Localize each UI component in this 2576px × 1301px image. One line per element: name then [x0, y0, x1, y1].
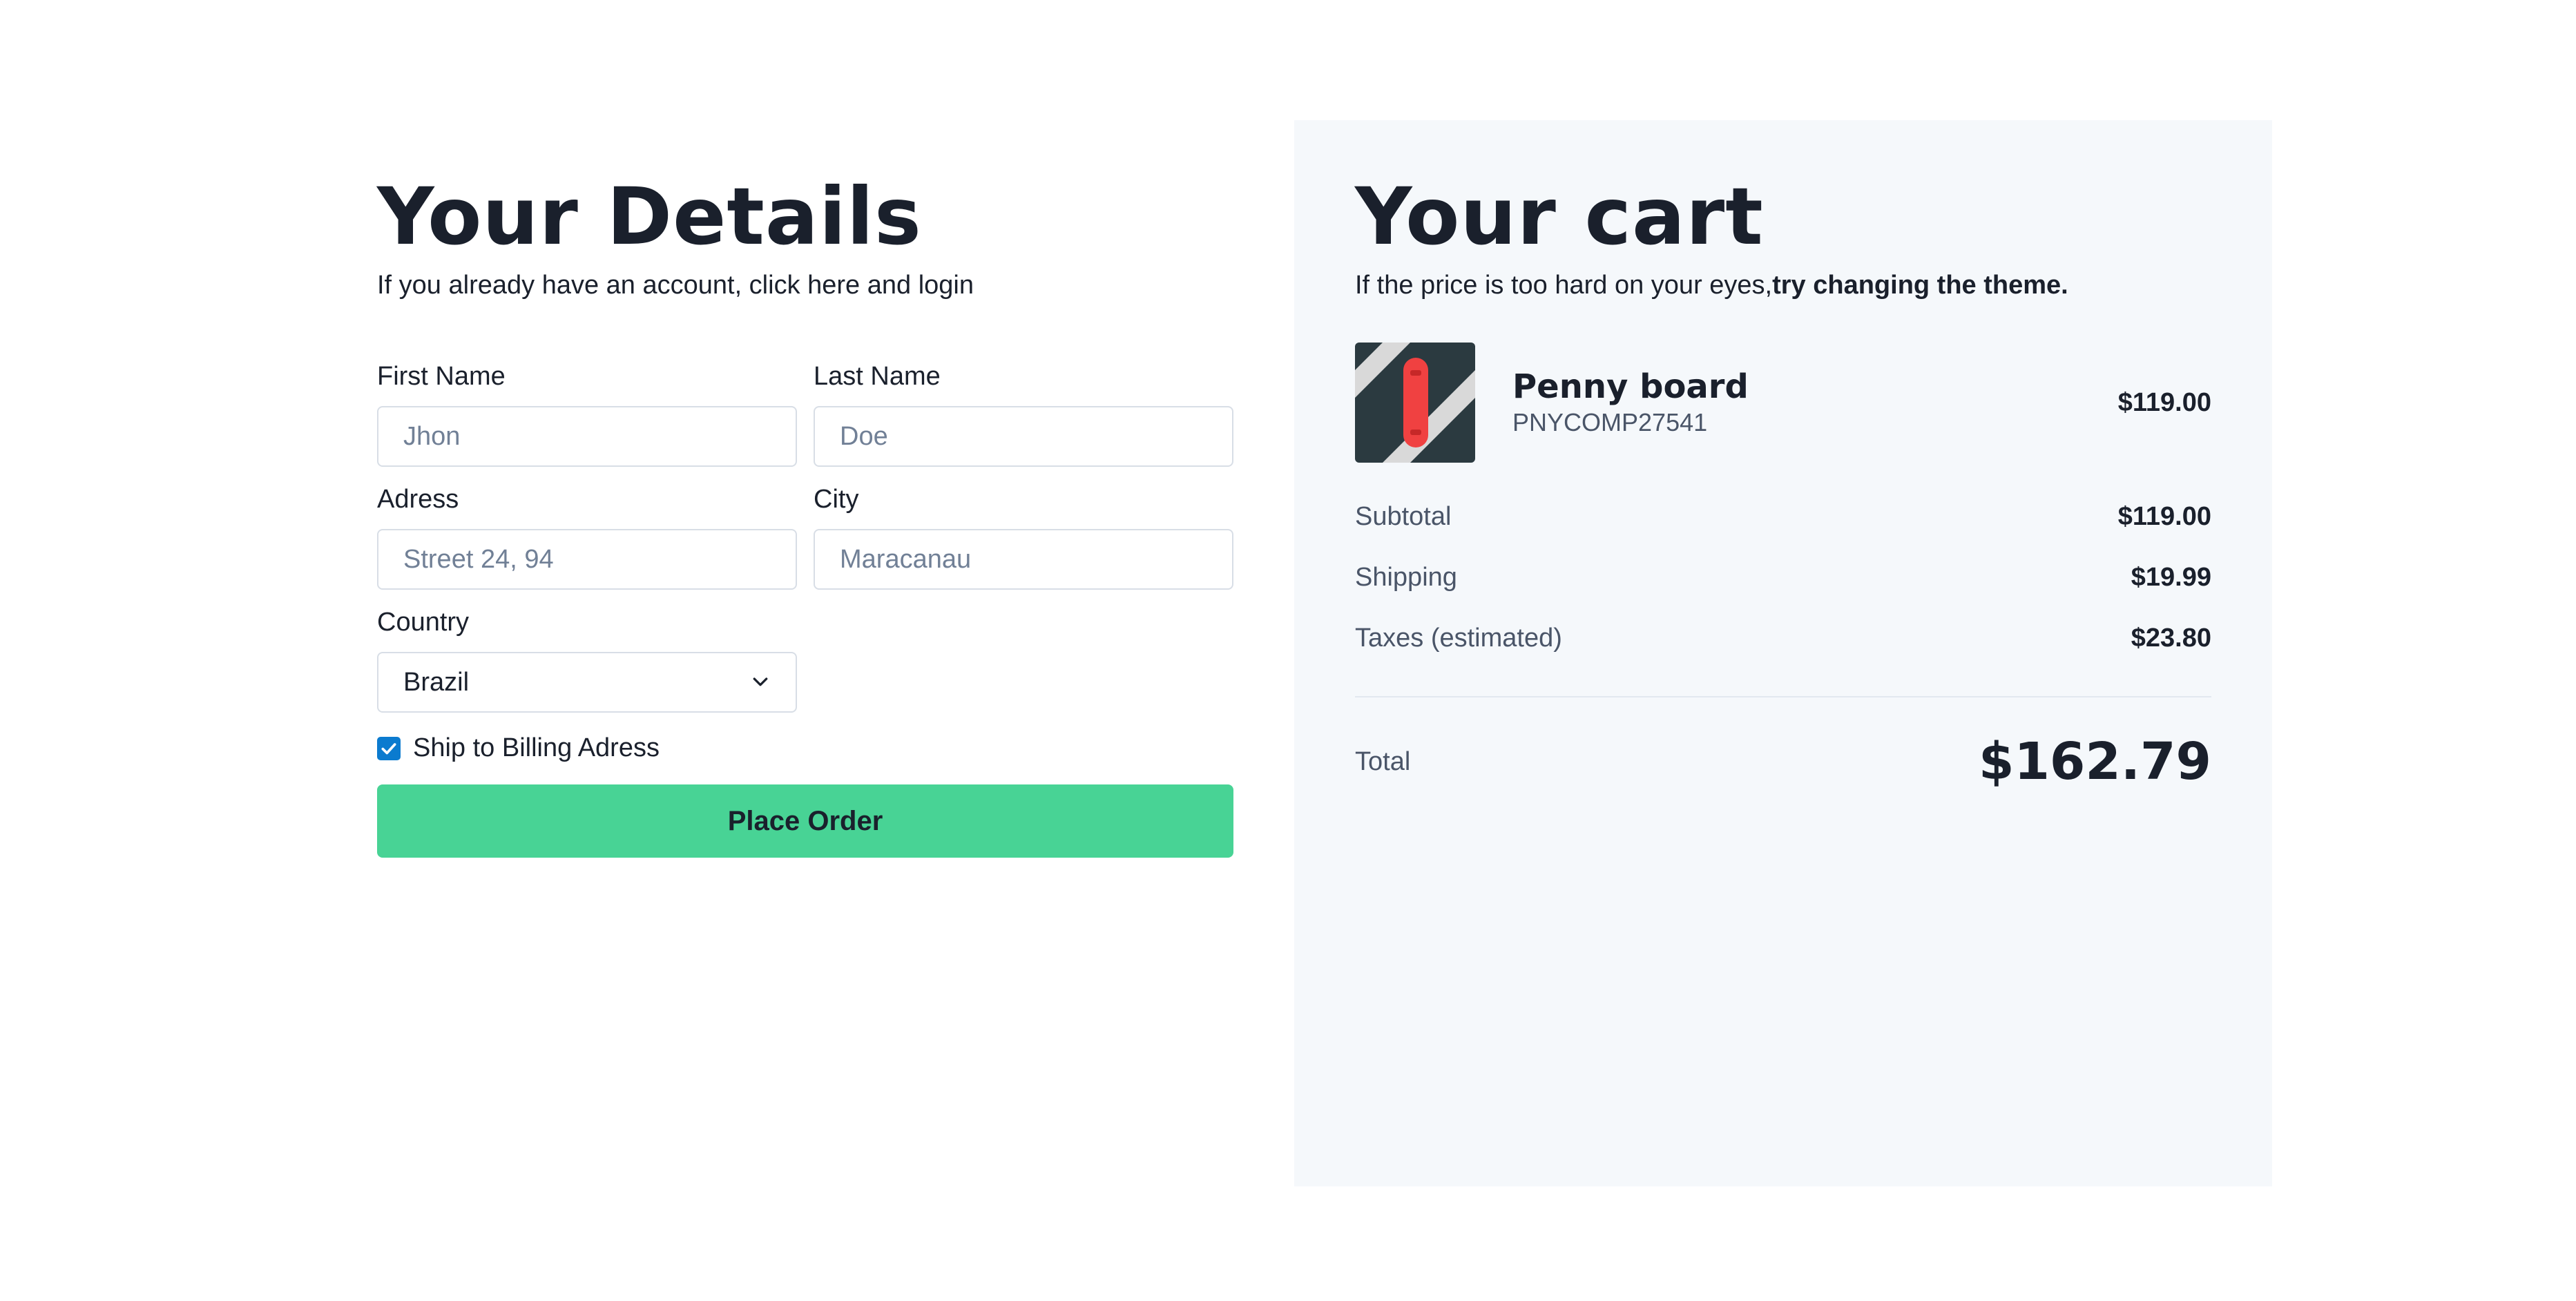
theme-hint: If the price is too hard on your eyes,tr…	[1355, 268, 2211, 302]
details-form: First Name Jhon Last Name Doe Adress Str…	[377, 360, 1233, 858]
country-select[interactable]: Brazil	[377, 652, 797, 713]
subtotal-row: Subtotal $119.00	[1355, 486, 2211, 547]
cart-section: Your cart If the price is too hard on yo…	[1294, 120, 2272, 1186]
taxes-label: Taxes (estimated)	[1355, 623, 1562, 653]
cart-title: Your cart	[1355, 171, 1764, 262]
place-order-button[interactable]: Place Order	[377, 784, 1233, 858]
first-name-input[interactable]: Jhon	[377, 406, 797, 467]
shipping-value: $19.99	[2131, 562, 2211, 592]
total-label: Total	[1355, 746, 1411, 776]
last-name-label: Last Name	[814, 362, 941, 391]
subtotal-value: $119.00	[2117, 501, 2211, 531]
taxes-value: $23.80	[2131, 623, 2211, 653]
ship-to-billing-row: Ship to Billing Adress	[377, 733, 660, 763]
total-amount: $162.79	[1978, 732, 2211, 791]
item-code: PNYCOMP27541	[1512, 408, 1708, 436]
last-name-group: Last Name Doe	[814, 360, 1233, 467]
address-input[interactable]: Street 24, 94	[377, 529, 797, 590]
summary-divider	[1355, 696, 2211, 697]
item-info: Penny board PNYCOMP27541	[1512, 367, 2118, 439]
taxes-row: Taxes (estimated) $23.80	[1355, 608, 2211, 668]
city-label: City	[814, 485, 859, 514]
ship-to-billing-label: Ship to Billing Adress	[413, 733, 660, 762]
country-value: Brazil	[403, 668, 470, 697]
first-name-label: First Name	[377, 362, 506, 391]
cart-item: Penny board PNYCOMP27541 $119.00	[1355, 343, 2211, 463]
country-label: Country	[377, 608, 470, 637]
address-group: Adress Street 24, 94	[377, 483, 797, 590]
item-price: $119.00	[2117, 387, 2211, 417]
shipping-label: Shipping	[1355, 562, 1457, 592]
chevron-down-icon	[753, 677, 768, 686]
first-name-group: First Name Jhon	[377, 360, 797, 467]
last-name-input[interactable]: Doe	[814, 406, 1233, 467]
order-summary: Subtotal $119.00 Shipping $19.99 Taxes (…	[1355, 486, 2211, 668]
item-name: Penny board	[1512, 367, 1749, 406]
subtotal-label: Subtotal	[1355, 501, 1452, 531]
checkout-page: Your Details If you already have an acco…	[0, 0, 2576, 1301]
country-group: Country Brazil	[377, 606, 797, 713]
total-row: Total $162.79	[1355, 732, 2211, 791]
address-label: Adress	[377, 485, 459, 514]
city-group: City Maracanau	[814, 483, 1233, 590]
city-input[interactable]: Maracanau	[814, 529, 1233, 590]
check-icon	[381, 742, 396, 754]
login-prompt[interactable]: If you already have an account, click he…	[377, 268, 1233, 302]
penny-board-image	[1355, 343, 1475, 463]
details-title: Your Details	[377, 171, 922, 262]
shipping-row: Shipping $19.99	[1355, 547, 2211, 608]
theme-hint-text: If the price is too hard on your eyes,	[1355, 271, 1773, 300]
ship-to-billing-checkbox[interactable]	[377, 736, 401, 760]
details-section: Your Details If you already have an acco…	[377, 120, 1233, 858]
change-theme-link[interactable]: try changing the theme.	[1772, 271, 2068, 300]
